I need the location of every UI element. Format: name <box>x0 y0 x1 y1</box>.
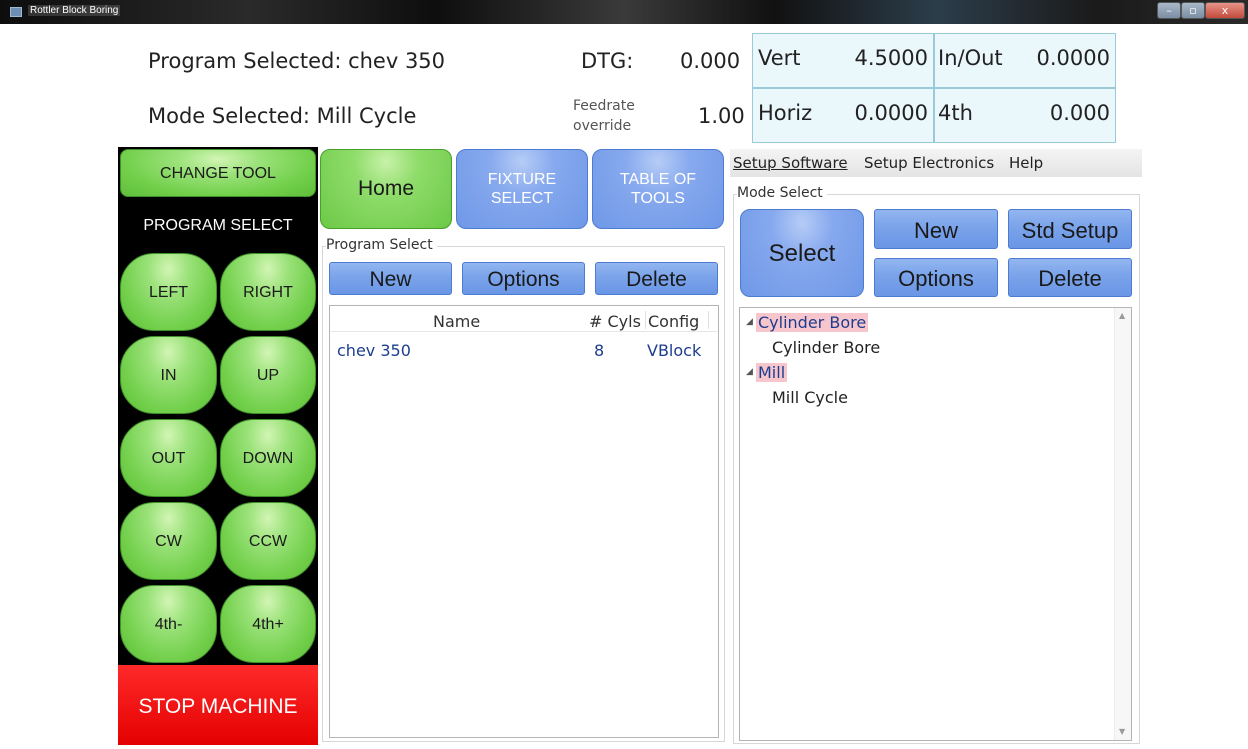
vert-axis-label: Vert <box>758 46 801 70</box>
jog-down-button[interactable]: DOWN <box>220 419 316 497</box>
menu-setup-electronics[interactable]: Setup Electronics <box>864 154 994 172</box>
column-header-name[interactable]: Name <box>433 312 480 331</box>
tree-item-cylinder-bore[interactable]: Cylinder Bore <box>772 338 880 357</box>
program-select-group-label: Program Select <box>326 237 437 253</box>
new-mode-button[interactable]: New <box>874 209 998 249</box>
mode-options-button[interactable]: Options <box>874 258 998 297</box>
app-icon <box>10 7 22 17</box>
tab-table-of-tools[interactable]: TABLE OF TOOLS <box>592 149 724 229</box>
jog-out-button[interactable]: OUT <box>120 419 217 497</box>
inout-axis-box: In/Out 0.0000 <box>934 33 1116 88</box>
mode-selected-label: Mode Selected: Mill Cycle <box>148 104 417 128</box>
vert-axis-value: 4.5000 <box>854 46 928 70</box>
tab-tools-line1: TABLE OF <box>619 171 697 188</box>
jog-4th-minus-button[interactable]: 4th- <box>120 585 217 663</box>
jog-cw-button[interactable]: CW <box>120 502 217 580</box>
change-tool-button[interactable]: CHANGE TOOL <box>120 149 316 197</box>
mode-select-button[interactable]: Select <box>740 209 864 297</box>
tab-fixture-select[interactable]: FIXTURE SELECT <box>456 149 588 229</box>
table-cell-cyls: 8 <box>594 341 605 360</box>
tree-category-mill[interactable]: Mill <box>756 363 788 382</box>
table-cell-name: chev 350 <box>337 341 411 360</box>
program-select-heading: PROGRAM SELECT <box>143 217 293 234</box>
column-divider <box>645 311 646 329</box>
menu-setup-software[interactable]: Setup Software <box>733 154 848 172</box>
new-program-button[interactable]: New <box>329 262 452 295</box>
column-divider <box>708 311 709 329</box>
horiz-axis-box: Horiz 0.0000 <box>752 88 934 143</box>
delete-mode-button[interactable]: Delete <box>1008 258 1132 297</box>
program-list[interactable] <box>329 305 719 738</box>
dtg-value: 0.000 <box>680 49 741 73</box>
close-button[interactable]: x <box>1205 2 1245 19</box>
tab-home[interactable]: Home <box>320 149 452 229</box>
tree-category-cylinder-bore[interactable]: Cylinder Bore <box>756 313 869 332</box>
horiz-axis-label: Horiz <box>758 101 813 125</box>
program-options-button[interactable]: Options <box>462 262 585 295</box>
horiz-axis-value: 0.0000 <box>854 101 928 125</box>
scroll-up-icon[interactable]: ▲ <box>1119 311 1125 320</box>
table-cell-config: VBlock <box>647 341 702 360</box>
tree-item-mill-cycle[interactable]: Mill Cycle <box>772 388 848 407</box>
tab-fixture-line2: SELECT <box>490 190 554 207</box>
stop-machine-button[interactable]: STOP MACHINE <box>118 665 318 745</box>
fourth-axis-value: 0.000 <box>1049 101 1110 125</box>
tree-expand-icon[interactable]: ◢ <box>746 367 753 377</box>
column-header-config[interactable]: Config <box>648 312 699 331</box>
inout-axis-label: In/Out <box>938 46 1003 70</box>
scroll-down-icon[interactable]: ▼ <box>1119 727 1125 736</box>
tree-expand-icon[interactable]: ◢ <box>746 317 753 327</box>
column-header-cyls[interactable]: # Cyls <box>589 312 641 331</box>
menu-help[interactable]: Help <box>1009 154 1043 172</box>
jog-in-button[interactable]: IN <box>120 336 217 414</box>
jog-4th-plus-button[interactable]: 4th+ <box>220 585 316 663</box>
program-selected-label: Program Selected: chev 350 <box>148 49 446 73</box>
fourth-axis-label: 4th <box>938 101 973 125</box>
std-setup-button[interactable]: Std Setup <box>1008 209 1132 249</box>
window-title: Rottler Block Boring <box>28 5 121 16</box>
maximize-button[interactable]: ▫ <box>1181 2 1205 19</box>
inout-axis-value: 0.0000 <box>1036 46 1110 70</box>
jog-left-button[interactable]: LEFT <box>120 253 217 331</box>
dtg-label: DTG: <box>581 49 634 73</box>
jog-right-button[interactable]: RIGHT <box>220 253 316 331</box>
delete-program-button[interactable]: Delete <box>595 262 718 295</box>
jog-up-button[interactable]: UP <box>220 336 316 414</box>
feedrate-label-line1: Feedrate <box>573 98 635 114</box>
jog-ccw-button[interactable]: CCW <box>220 502 316 580</box>
tab-fixture-line1: FIXTURE <box>487 171 557 188</box>
feedrate-label-line2: override <box>573 118 632 134</box>
vert-axis-box: Vert 4.5000 <box>752 33 934 88</box>
mode-tree[interactable] <box>739 307 1132 741</box>
feedrate-label: Feedrate override <box>573 96 635 136</box>
fourth-axis-box: 4th 0.000 <box>934 88 1116 143</box>
mode-select-group-label: Mode Select <box>737 185 827 201</box>
feedrate-value: 1.00 <box>698 104 745 128</box>
tab-tools-line2: TOOLS <box>631 190 685 207</box>
minimize-button[interactable]: – <box>1157 2 1181 19</box>
title-bar <box>0 0 1248 24</box>
mode-tree-scrollbar[interactable] <box>1114 308 1131 740</box>
